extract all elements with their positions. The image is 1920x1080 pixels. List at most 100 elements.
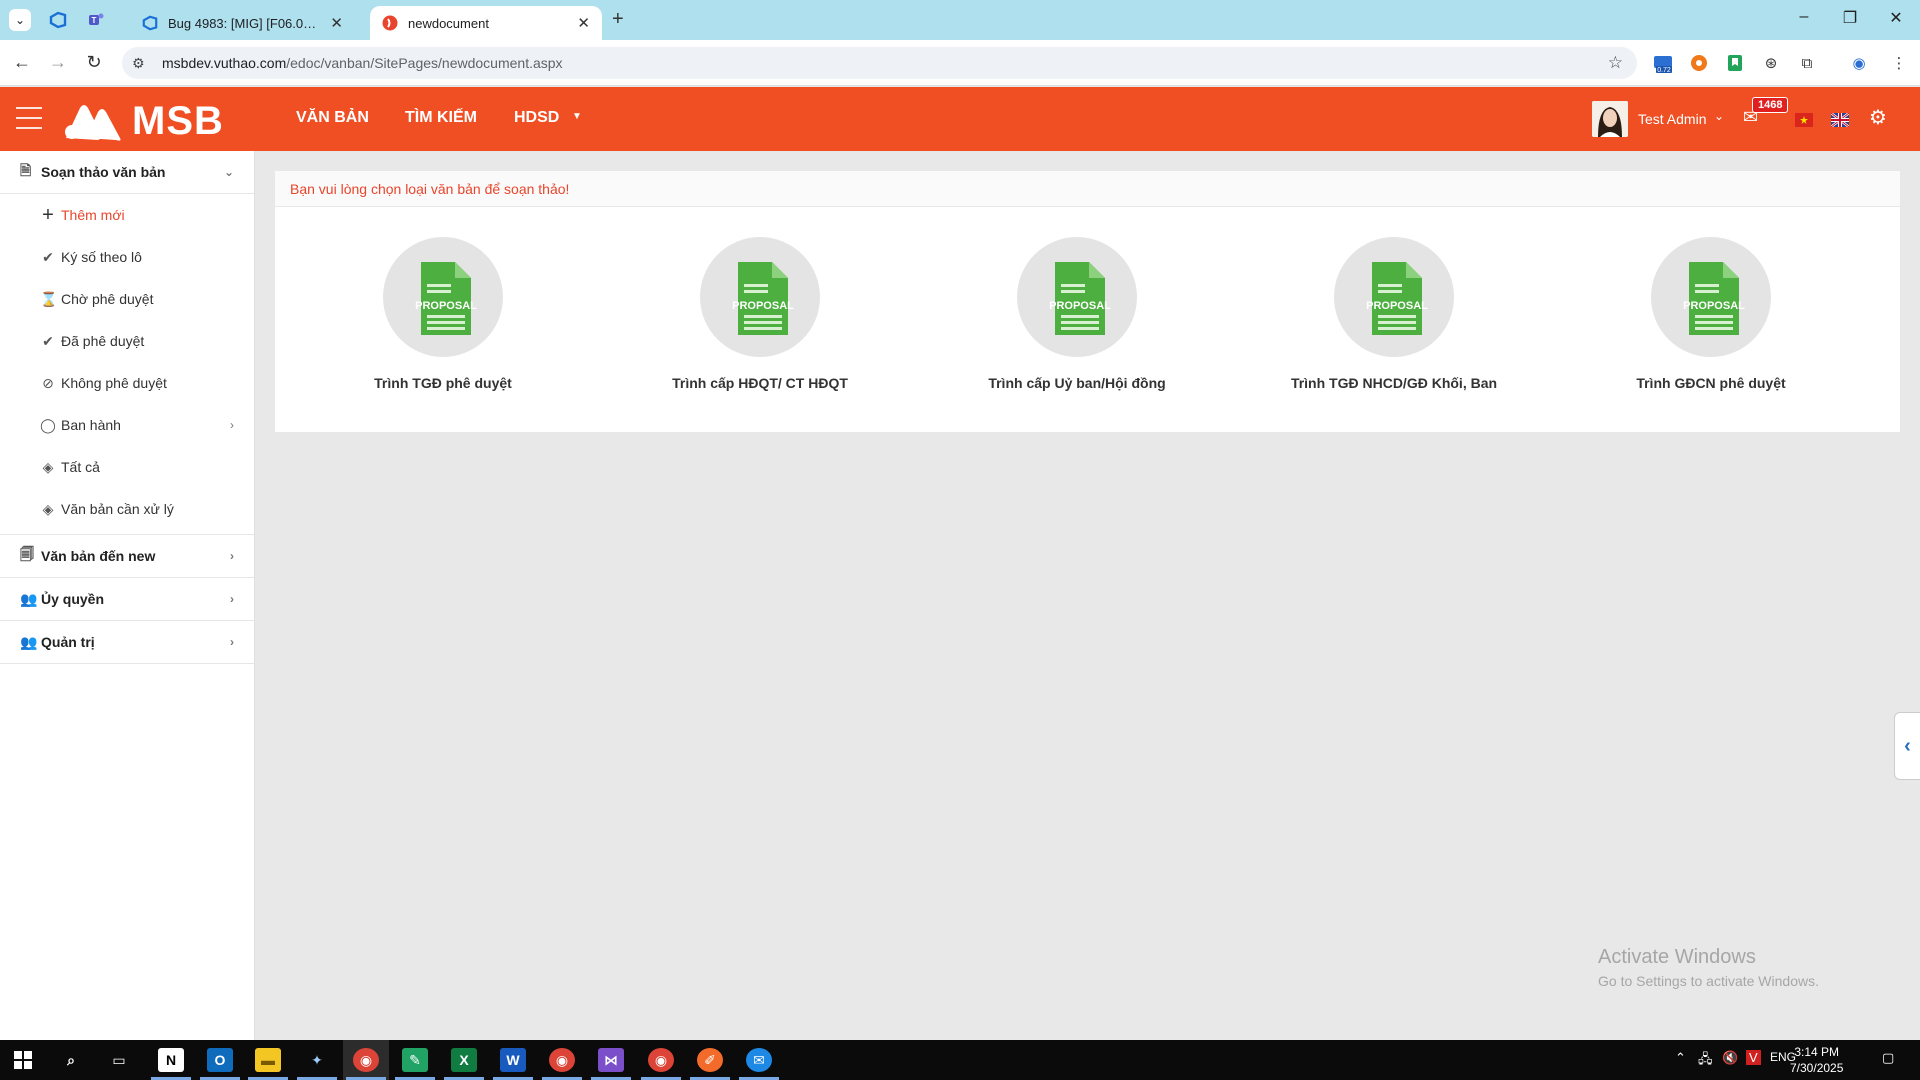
network-icon[interactable]: 🖧 xyxy=(1698,1050,1713,1072)
system-clock[interactable]: 3:14 PM 7/30/2025 xyxy=(1790,1044,1843,1076)
doc-type-label: Trình TGĐ phê duyệt xyxy=(374,375,512,391)
word-icon[interactable]: W xyxy=(500,1048,526,1072)
ban-icon: ⊘ xyxy=(42,374,54,391)
proposal-doc-icon: PROPOSAL xyxy=(383,237,503,357)
search-icon[interactable]: ⌕ xyxy=(58,1048,84,1072)
hamburger-menu-icon[interactable] xyxy=(16,107,42,137)
reload-icon[interactable]: ↻ xyxy=(82,52,106,73)
back-icon[interactable]: ← xyxy=(10,52,34,73)
inbox-doc-icon: 🗐 xyxy=(20,546,34,562)
zalo-icon[interactable]: ✉ xyxy=(746,1048,772,1072)
browser-tab-bar: ⌄ T Bug 4983: [MIG] [F06.01] Form ✕ newd… xyxy=(0,0,1920,40)
svg-text:PROPOSAL: PROPOSAL xyxy=(732,300,794,312)
address-bar[interactable]: ⚙ msbdev.vuthao.com/edoc/vanban/SitePage… xyxy=(122,47,1637,79)
extension-speed-icon[interactable]: 0.72 xyxy=(1652,52,1674,74)
menu-van-ban[interactable]: VĂN BẢN xyxy=(296,109,369,127)
task-view-icon[interactable]: ▭ xyxy=(106,1048,132,1072)
tray-chevron-up-icon[interactable]: ⌃ xyxy=(1675,1050,1686,1066)
extension-chatgpt-icon[interactable]: ⊛ xyxy=(1760,52,1782,74)
postman-icon[interactable]: ✐ xyxy=(697,1048,723,1072)
svg-text:PROPOSAL: PROPOSAL xyxy=(415,300,477,312)
tab-bug-4983[interactable]: Bug 4983: [MIG] [F06.01] Form ✕ xyxy=(130,6,355,40)
chrome-icon[interactable]: ◉ xyxy=(353,1048,379,1072)
sidebar-item-label: Tất cả xyxy=(61,459,100,475)
forward-icon[interactable]: → xyxy=(46,52,70,73)
proposal-doc-icon: PROPOSAL xyxy=(1334,237,1454,357)
notion-icon[interactable]: N xyxy=(158,1048,184,1072)
sidebar-item-khong-phe-duyet[interactable]: ⊘ Không phê duyệt xyxy=(0,362,254,404)
profile-icon[interactable]: ◉ xyxy=(1848,52,1870,74)
sidebar-item-van-ban-can-xu-ly[interactable]: ◈ Văn bản cần xử lý xyxy=(0,488,254,530)
bookmark-star-icon[interactable]: ☆ xyxy=(1608,53,1623,73)
file-explorer-icon[interactable]: ▬ xyxy=(255,1048,281,1072)
instruction-text: Bạn vui lòng chọn loại văn bản để soạn t… xyxy=(275,171,1900,207)
side-panel-toggle-chevron-left-icon[interactable]: ‹ xyxy=(1894,712,1920,780)
windows-start-icon[interactable] xyxy=(10,1048,36,1072)
check-outline-icon: ◯ xyxy=(40,416,56,433)
close-tab-icon[interactable]: ✕ xyxy=(330,14,343,32)
sidebar-item-them-moi[interactable]: + Thêm mới xyxy=(0,194,254,236)
minimize-icon[interactable]: – xyxy=(1784,8,1824,26)
sidebar-item-ban-hanh[interactable]: ◯ Ban hành › xyxy=(0,404,254,446)
teams-icon: T xyxy=(89,13,104,25)
volume-muted-icon[interactable]: 🔇 xyxy=(1722,1050,1738,1066)
sidebar-item-ky-so-theo-lo[interactable]: ✔ Ký số theo lô xyxy=(0,236,254,278)
sidebar-item-cho-phe-duyet[interactable]: ⌛ Chờ phê duyệt xyxy=(0,278,254,320)
doc-type-label: Trình TGĐ NHCD/GĐ Khối, Ban xyxy=(1290,375,1498,391)
sidebar-group-uy-quyen[interactable]: 👥 Ủy quyền › xyxy=(0,578,254,621)
sidebar-item-label: Không phê duyệt xyxy=(61,375,167,391)
sidebar-item-tat-ca[interactable]: ◈ Tất cả xyxy=(0,446,254,488)
msb-logo[interactable]: MSB xyxy=(62,99,224,144)
notepad-green-icon[interactable]: ✎ xyxy=(402,1048,428,1072)
sidebar-group-van-ban-den[interactable]: 🗐 Văn bản đến new › xyxy=(0,535,254,578)
browser-menu-icon[interactable]: ⋮ xyxy=(1888,52,1910,74)
sidebar-group-label: Soạn thảo văn bản xyxy=(41,164,166,180)
extension-bookmark-icon[interactable] xyxy=(1724,52,1746,74)
sidebar-item-label: Văn bản cần xử lý xyxy=(61,501,174,517)
plus-icon: + xyxy=(42,203,54,226)
hdsd-caret-icon[interactable]: ▼ xyxy=(572,111,582,122)
visual-studio-icon[interactable]: ⋈ xyxy=(598,1048,624,1072)
clock-date: 7/30/2025 xyxy=(1790,1061,1844,1075)
site-info-icon[interactable]: ⚙ xyxy=(132,55,152,72)
sidebar-item-da-phe-duyet[interactable]: ✔ Đã phê duyệt xyxy=(0,320,254,362)
doc-type-card[interactable]: PROPOSAL Trình TGĐ NHCD/GĐ Khối, Ban xyxy=(1244,237,1544,391)
extension-orange-icon[interactable] xyxy=(1688,52,1710,74)
network-app-icon[interactable]: ✦ xyxy=(304,1048,330,1072)
menu-hdsd[interactable]: HDSD xyxy=(514,109,559,127)
close-tab-icon[interactable]: ✕ xyxy=(577,14,590,32)
avatar[interactable] xyxy=(1592,101,1628,137)
username[interactable]: Test Admin xyxy=(1638,111,1706,127)
pinned-tab-azure-devops[interactable] xyxy=(48,10,68,30)
tab-title: Bug 4983: [MIG] [F06.01] Form xyxy=(168,15,322,31)
msb-logo-mark-icon xyxy=(65,104,121,141)
url-text[interactable]: msbdev.vuthao.com/edoc/vanban/SitePages/… xyxy=(162,55,563,71)
doc-type-card[interactable]: PROPOSAL Trình cấp HĐQT/ CT HĐQT xyxy=(610,237,910,391)
tab-search-dropdown[interactable]: ⌄ xyxy=(9,9,31,31)
vietnam-flag-icon[interactable] xyxy=(1795,113,1813,127)
menu-tim-kiem[interactable]: TÌM KIẾM xyxy=(405,109,477,127)
azure-devops-icon xyxy=(142,15,158,31)
azure-devops-icon xyxy=(49,11,67,29)
chrome-profile-icon[interactable]: ◉ xyxy=(549,1048,575,1072)
sidebar-compose-submenu: + Thêm mới ✔ Ký số theo lô ⌛ Chờ phê duy… xyxy=(0,194,254,535)
excel-icon[interactable]: X xyxy=(451,1048,477,1072)
pinned-tab-teams[interactable]: T xyxy=(86,10,106,30)
chrome-alt-icon[interactable]: ◉ xyxy=(648,1048,674,1072)
sidebar-group-compose[interactable]: 🗎 Soạn thảo văn bản ⌄ xyxy=(0,151,254,194)
outlook-icon[interactable]: O xyxy=(207,1048,233,1072)
uk-flag-icon[interactable] xyxy=(1830,112,1850,128)
doc-type-card[interactable]: PROPOSAL Trình cấp Uỷ ban/Hội đồng xyxy=(927,237,1227,391)
new-tab-icon[interactable]: + xyxy=(612,8,624,31)
sidebar-group-quan-tri[interactable]: 👥 Quản trị › xyxy=(0,621,254,664)
restore-icon[interactable]: ❐ xyxy=(1830,8,1870,28)
extensions-puzzle-icon[interactable]: ⧉ xyxy=(1796,52,1818,74)
vivaldi-tray-icon[interactable]: V xyxy=(1746,1050,1761,1065)
user-menu-chevron-icon[interactable]: ⌄ xyxy=(1714,109,1724,123)
doc-type-card[interactable]: PROPOSAL Trình TGĐ phê duyệt xyxy=(293,237,593,391)
tab-newdocument[interactable]: newdocument ✕ xyxy=(370,6,602,40)
close-icon[interactable]: ✕ xyxy=(1876,8,1916,28)
doc-type-card[interactable]: PROPOSAL Trình GĐCN phê duyệt xyxy=(1561,237,1861,391)
settings-gear-icon[interactable]: ⚙ xyxy=(1869,105,1887,130)
notification-center-icon[interactable]: ▢ xyxy=(1882,1050,1894,1066)
